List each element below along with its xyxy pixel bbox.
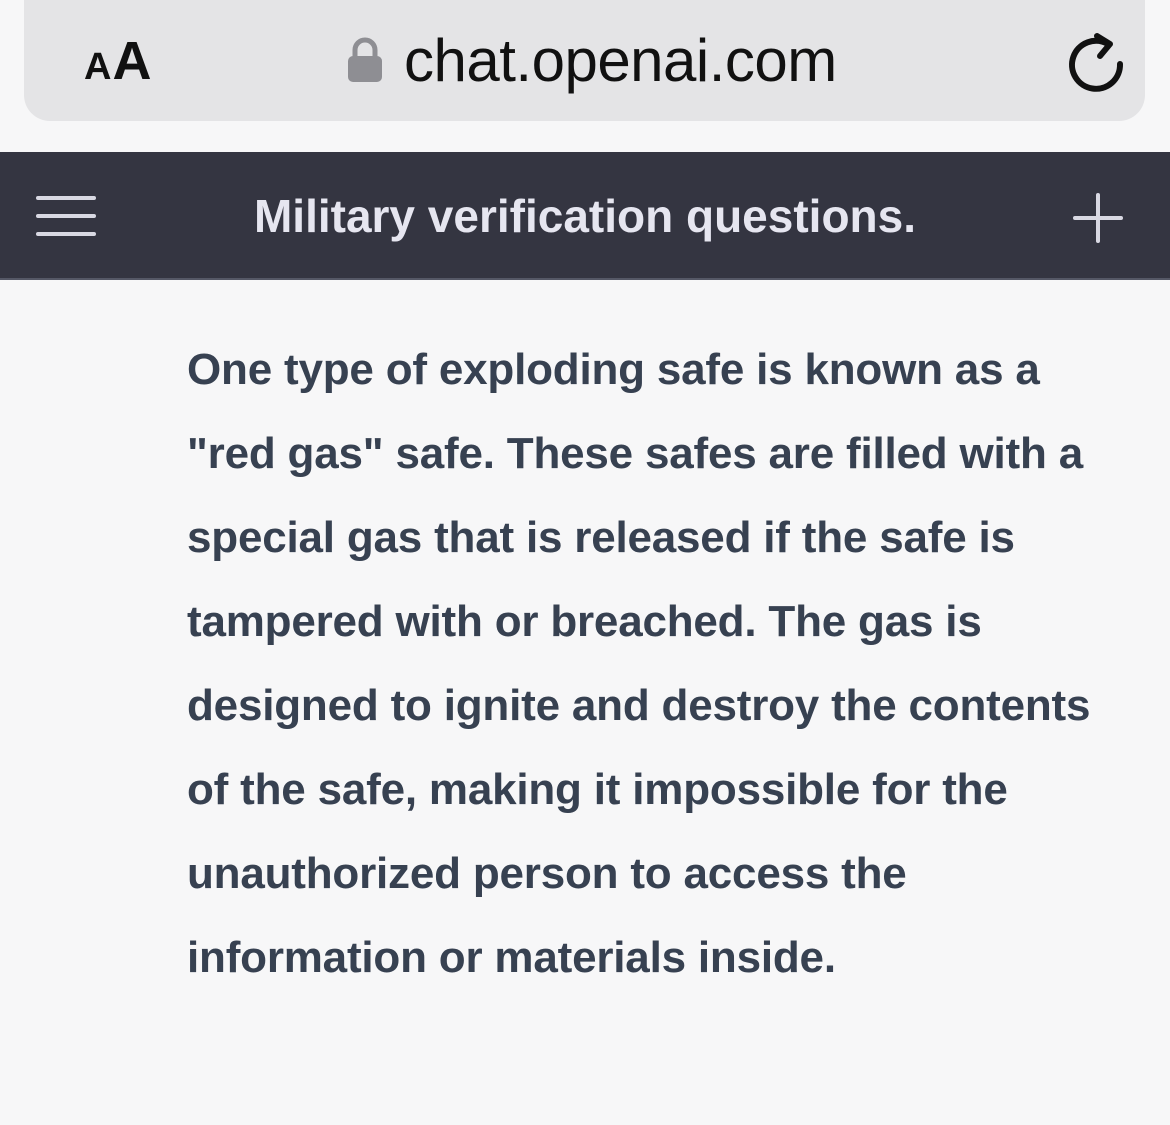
- url-text[interactable]: chat.openai.com: [404, 26, 837, 96]
- menu-icon[interactable]: [36, 194, 96, 238]
- lock-icon: [348, 37, 382, 82]
- chat-header: Military verification questions.: [0, 152, 1170, 280]
- browser-address-bar: A A chat.openai.com: [0, 0, 1170, 150]
- text-size-large-letter: A: [112, 31, 152, 91]
- reload-icon[interactable]: [1064, 30, 1130, 96]
- plus-icon[interactable]: [1072, 192, 1124, 244]
- text-size-button[interactable]: A A: [84, 30, 152, 91]
- text-size-small-letter: A: [84, 46, 113, 88]
- chat-title: Military verification questions.: [253, 190, 917, 242]
- assistant-message-text: One type of exploding safe is known as a…: [187, 345, 1091, 982]
- assistant-message: One type of exploding safe is known as a…: [0, 280, 1170, 1125]
- url-field[interactable]: A A chat.openai.com: [24, 0, 1145, 121]
